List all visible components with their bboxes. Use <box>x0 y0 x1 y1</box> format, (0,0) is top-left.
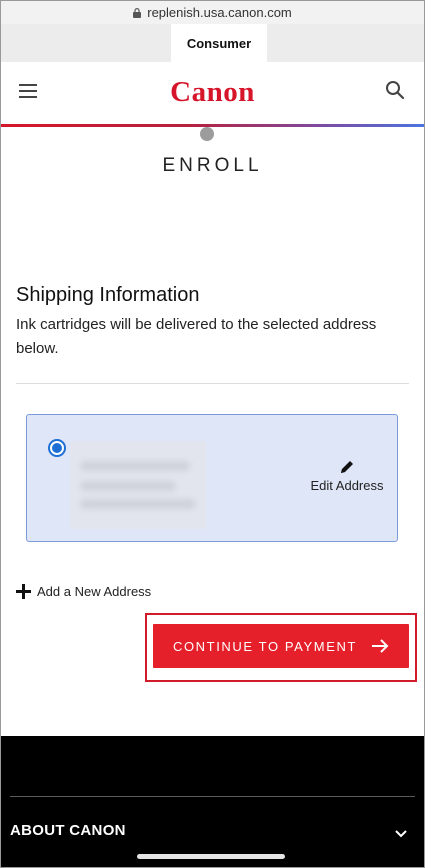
site-header: Canon <box>0 62 425 124</box>
footer-divider <box>10 796 415 797</box>
address-card[interactable]: Edit Address <box>26 414 398 542</box>
plus-icon <box>16 584 31 599</box>
site-footer: ABOUT CANON <box>0 736 425 868</box>
browser-url-bar[interactable]: replenish.usa.canon.com <box>0 0 425 24</box>
header-accent-line <box>0 124 425 127</box>
step-title: ENROLL <box>162 155 263 176</box>
tab-strip: Consumer <box>0 24 425 62</box>
progress-step-dot <box>200 127 214 141</box>
search-icon[interactable] <box>385 80 405 100</box>
divider <box>16 383 409 384</box>
continue-to-payment-button[interactable]: CONTINUE TO PAYMENT <box>153 624 409 668</box>
edit-icon <box>339 459 355 475</box>
redacted-address <box>70 441 206 529</box>
footer-about-canon[interactable]: ABOUT CANON <box>10 822 126 839</box>
edit-address-label: Edit Address <box>310 478 384 493</box>
section-description: Ink cartridges will be delivered to the … <box>16 316 377 357</box>
address-radio[interactable] <box>48 439 66 457</box>
home-indicator <box>137 854 285 859</box>
add-address-link[interactable]: Add a New Address <box>16 584 151 599</box>
add-address-label: Add a New Address <box>37 584 152 599</box>
continue-label: CONTINUE TO PAYMENT <box>172 638 357 654</box>
edit-address-button[interactable]: Edit Address <box>307 459 387 495</box>
canon-logo[interactable]: Canon <box>0 76 425 109</box>
lock-icon <box>133 7 142 18</box>
arrow-right-icon <box>371 639 389 653</box>
tab-consumer[interactable]: Consumer <box>171 24 267 62</box>
chevron-down-icon[interactable] <box>395 826 407 838</box>
url-text: replenish.usa.canon.com <box>147 4 292 20</box>
section-title: Shipping Information <box>16 284 200 306</box>
